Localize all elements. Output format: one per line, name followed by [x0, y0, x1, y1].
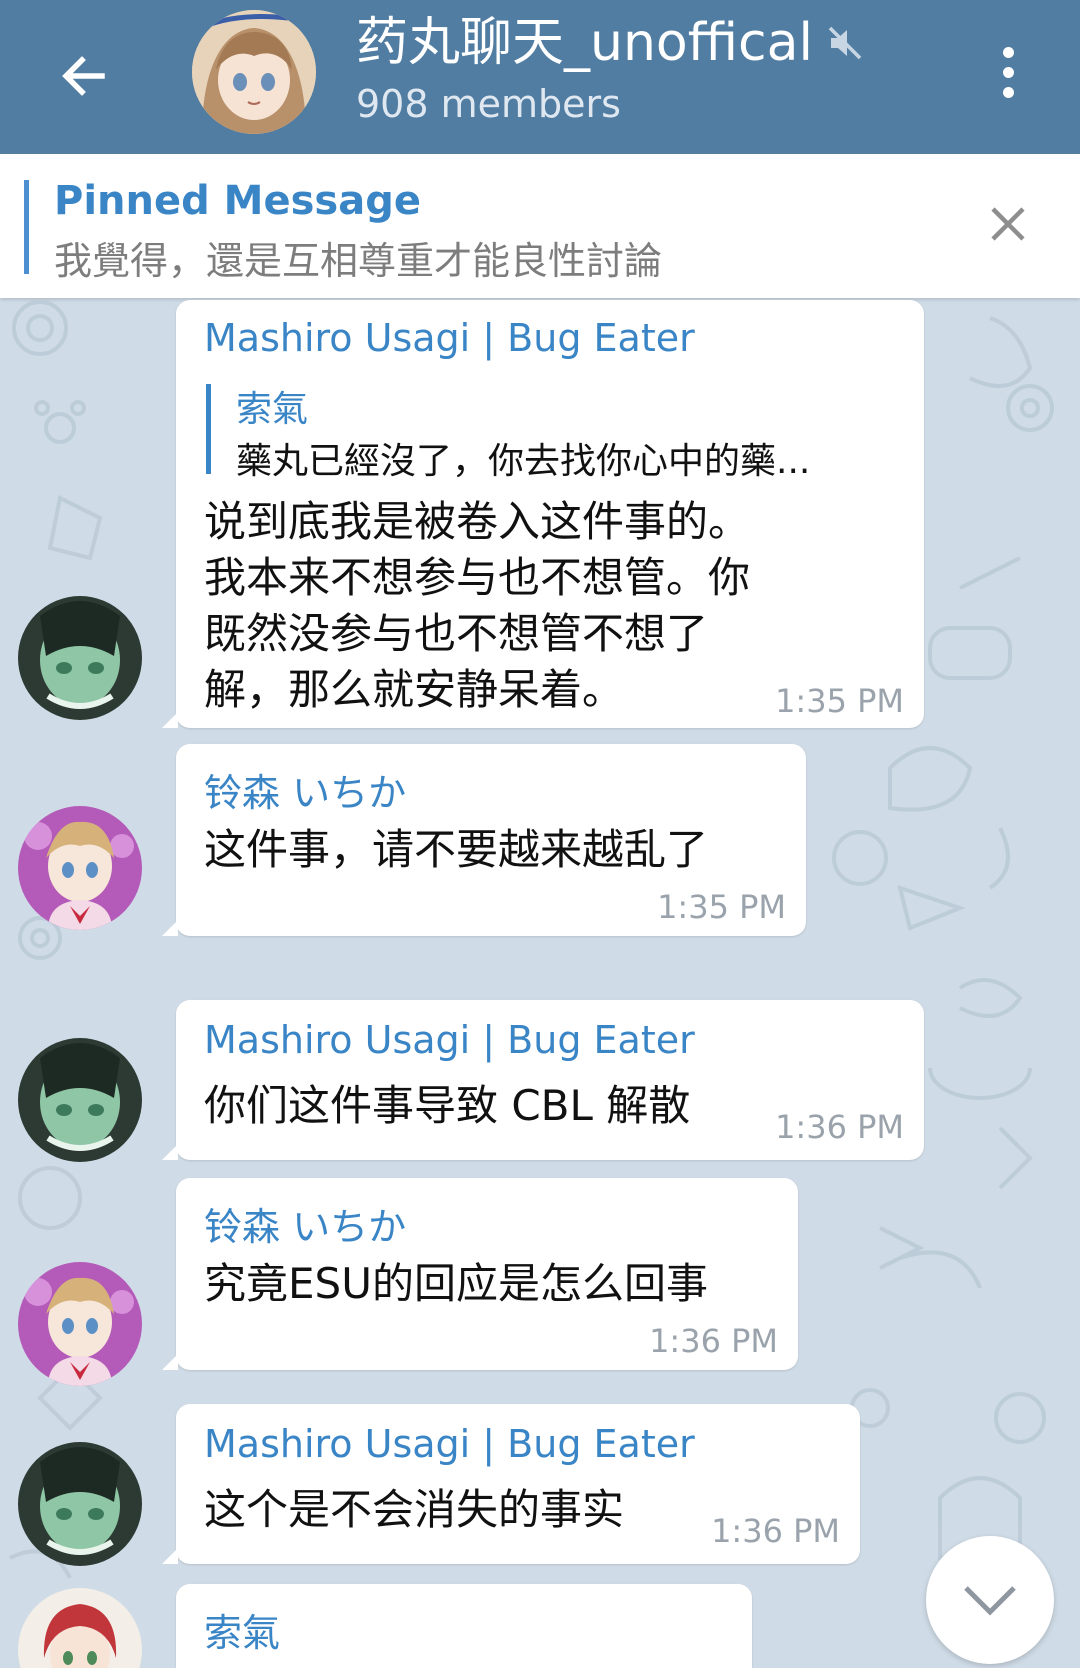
message-sender[interactable]: Mashiro Usagi | Bug Eater	[204, 1018, 695, 1062]
chat-header: 药丸聊天_unoffical 908 members	[0, 0, 1080, 154]
message-time: 1:36 PM	[711, 1512, 840, 1550]
chevron-down-icon	[964, 1586, 1016, 1616]
message-bubble[interactable]: 铃森 いちか 究竟ESU的回应是怎么回事 1:36 PM	[162, 1178, 798, 1370]
message-text-line: 既然没参与也不想管不想了	[204, 609, 709, 658]
scroll-to-bottom-button[interactable]	[926, 1536, 1054, 1664]
close-icon	[991, 207, 1025, 241]
speaker-muted-icon	[828, 26, 862, 60]
message-time: 1:36 PM	[775, 1108, 904, 1146]
back-button[interactable]	[48, 40, 120, 112]
message-bubble[interactable]: 索氣	[176, 1584, 752, 1668]
member-count: 908 members	[356, 82, 621, 126]
pinned-close-button[interactable]	[978, 194, 1038, 254]
sender-avatar-mashiro[interactable]	[18, 1442, 142, 1566]
pinned-text: 我覺得，還是互相尊重才能良性討論	[54, 239, 663, 283]
more-vertical-icon	[1002, 46, 1014, 58]
message-text-line: 这件事，请不要越来越乱了	[204, 825, 709, 874]
message-text-line: 究竟ESU的回应是怎么回事	[204, 1259, 708, 1308]
message-text-line: 这个是不会消失的事实	[204, 1485, 625, 1534]
message-time: 1:35 PM	[657, 888, 786, 926]
pinned-title: Pinned Message	[54, 178, 421, 224]
sender-avatar-mashiro[interactable]	[18, 1038, 142, 1162]
sender-avatar-ichika[interactable]	[18, 1262, 142, 1386]
message-text-line: 我本来不想参与也不想管。你	[204, 553, 751, 602]
message-sender[interactable]: Mashiro Usagi | Bug Eater	[204, 1422, 695, 1466]
group-avatar-image	[192, 10, 316, 134]
sender-avatar-mashiro[interactable]	[18, 596, 142, 720]
message-sender[interactable]: 铃森 いちか	[204, 762, 406, 817]
message-time: 1:35 PM	[775, 682, 904, 720]
message-text-line: 你们这件事导致 CBL 解散	[204, 1081, 691, 1130]
message-bubble[interactable]: Mashiro Usagi | Bug Eater 索氣 藥丸已經沒了，你去找你…	[162, 300, 924, 728]
reply-text[interactable]: 藥丸已經沒了，你去找你心中的藥...	[236, 432, 810, 484]
message-sender[interactable]: 铃森 いちか	[204, 1196, 406, 1251]
group-title[interactable]: 药丸聊天_unoffical	[356, 10, 863, 76]
message-sender[interactable]: Mashiro Usagi | Bug Eater	[204, 316, 695, 360]
sender-avatar-ichika[interactable]	[18, 806, 142, 930]
reply-accent-line	[206, 384, 211, 474]
pinned-accent-line	[24, 180, 29, 274]
message-time: 1:36 PM	[649, 1322, 778, 1360]
reply-sender[interactable]: 索氣	[236, 380, 308, 432]
more-options-button[interactable]	[990, 38, 1026, 106]
group-title-text: 药丸聊天_unoffical	[356, 13, 813, 73]
arrow-left-icon	[62, 56, 105, 96]
message-sender[interactable]: 索氣	[204, 1602, 280, 1657]
message-bubble[interactable]: Mashiro Usagi | Bug Eater 这个是不会消失的事实 1:3…	[162, 1404, 860, 1564]
message-text-line: 说到底我是被卷入这件事的。	[204, 497, 751, 546]
message-text-line: 解，那么就安静呆着。	[204, 665, 625, 714]
message-bubble[interactable]: 铃森 いちか 这件事，请不要越来越乱了 1:35 PM	[162, 744, 806, 936]
group-avatar[interactable]	[192, 10, 316, 134]
pinned-message-bar[interactable]: Pinned Message 我覺得，還是互相尊重才能良性討論	[0, 154, 1080, 298]
chat-messages-area[interactable]: Mashiro Usagi | Bug Eater 索氣 藥丸已經沒了，你去找你…	[0, 298, 1080, 1668]
message-bubble[interactable]: Mashiro Usagi | Bug Eater 你们这件事导致 CBL 解散…	[162, 1000, 924, 1160]
